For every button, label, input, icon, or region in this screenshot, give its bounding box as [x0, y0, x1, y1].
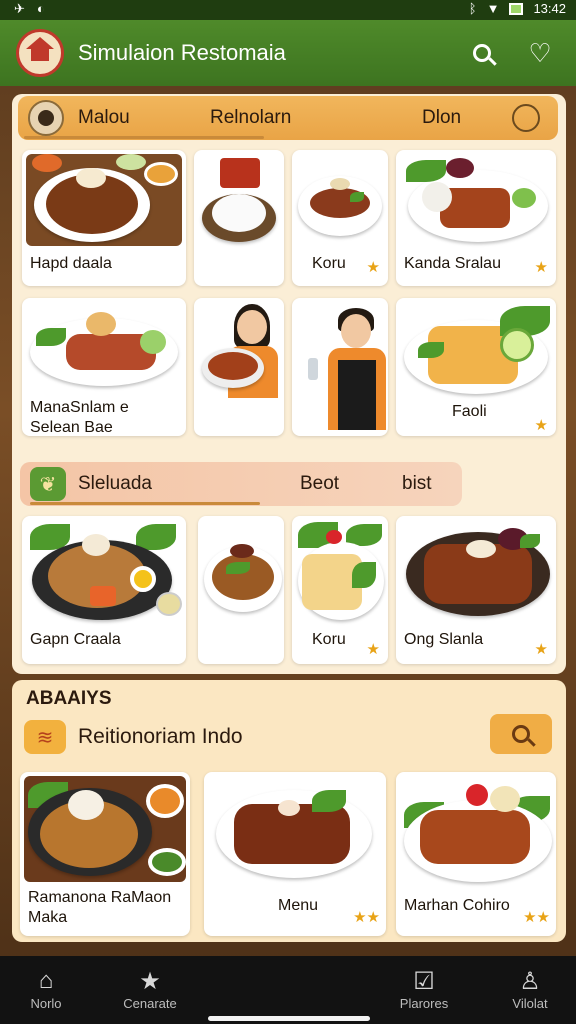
tab-dlon[interactable]: Dlon	[422, 107, 502, 129]
avatar[interactable]	[28, 100, 64, 136]
menu-card[interactable]	[198, 516, 284, 664]
wifi-icon: ▼	[486, 1, 500, 16]
check-icon: ☑	[413, 967, 435, 995]
menu-card[interactable]: Gapn Craala	[22, 516, 186, 664]
menu-panel: Malou Relnolarn Dlon Hapd daala Koru ★ K…	[12, 94, 566, 674]
server-card[interactable]	[194, 298, 284, 436]
herb-icon: ❦	[30, 467, 66, 501]
menu-lines-icon: ≋	[24, 720, 66, 754]
menu-card[interactable]: Marhan Cohiro ★★	[396, 772, 556, 936]
star-icon: ★	[139, 967, 161, 995]
person-icon: ♙	[519, 967, 541, 995]
nav-item-cenarate[interactable]: ★ Cenarate	[110, 966, 190, 1012]
bottom-nav: ⌂ Norlo ★ Cenarate ☑ Plarores ♙ Vilolat	[0, 956, 576, 1024]
card-label: Marhan Cohiro	[404, 897, 510, 914]
nav-item-plarores[interactable]: ☑ Plarores	[384, 966, 464, 1012]
card-label: Koru	[312, 255, 346, 272]
menu-card[interactable]	[194, 150, 284, 286]
menu-card[interactable]: Ramanona RaMaon Maka	[20, 772, 190, 936]
app-title: Simulaion Restomaia	[78, 40, 286, 65]
battery-icon	[509, 2, 524, 15]
sync-icon: ◐	[36, 1, 45, 16]
menu-card[interactable]: Kanda Sralau ★	[396, 150, 556, 286]
search-icon	[512, 725, 530, 743]
card-label: Koru	[312, 631, 346, 648]
card-label: Gapn Craala	[30, 631, 121, 648]
restaurant-title: Reitionoriam Indo	[78, 725, 243, 748]
restaurant-bar: ≋ Reitionoriam Indo	[20, 714, 556, 760]
menu-card[interactable]: ManaSnlam e Selean Bae	[22, 298, 186, 436]
restaurant-logo-icon[interactable]	[16, 29, 64, 77]
section-title: Sleluada	[78, 473, 152, 494]
menu-card[interactable]: Menu ★★	[204, 772, 386, 936]
card-label: Menu	[278, 897, 319, 914]
app-bar: Simulaion Restomaia ♡	[0, 20, 576, 86]
star-icon: ★	[366, 641, 380, 658]
home-icon: ⌂	[38, 967, 54, 994]
section-heading: ABAAIYS	[26, 688, 112, 709]
star-icon: ★	[534, 259, 548, 276]
card-label: ManaSnlam e Selean Bae	[30, 399, 129, 436]
section-header-sleluada: ❦ Sleluada Beot bist	[20, 462, 462, 506]
status-bar: ✈ ◐ ᛒ ▼ 13:42	[0, 0, 576, 20]
card-label: Kanda Sralau	[404, 255, 501, 272]
card-label: Faoli	[452, 403, 487, 420]
rating-stars: ★★	[353, 909, 380, 926]
bluetooth-icon: ᛒ	[468, 1, 477, 16]
star-icon: ★	[534, 417, 548, 434]
menu-card[interactable]: Koru ★	[292, 150, 388, 286]
nav-label: Plarores	[399, 996, 449, 1011]
card-label: Ramanona RaMaon Maka	[28, 889, 172, 926]
home-indicator[interactable]	[208, 1016, 370, 1021]
restaurant-panel: ABAAIYS ≋ Reitionoriam Indo Ramanona RaM…	[12, 680, 566, 942]
signal-icon: ✈	[14, 1, 25, 16]
circle-icon[interactable]	[512, 104, 540, 132]
tab-malou[interactable]: Malou	[78, 107, 198, 129]
menu-card[interactable]: Faoli ★	[396, 298, 556, 436]
nav-label: Cenarate	[123, 996, 177, 1011]
nav-item-vilolat[interactable]: ♙ Vilolat	[490, 966, 570, 1012]
tab-indicator	[30, 502, 260, 505]
tab-indicator	[24, 136, 264, 139]
card-label: Ong Slanla	[404, 631, 484, 648]
chef-card[interactable]	[292, 298, 388, 436]
tab-beot[interactable]: Beot	[300, 473, 390, 495]
star-icon: ★	[366, 259, 380, 276]
heart-icon[interactable]: ♡	[518, 31, 562, 75]
top-tab-bar: Malou Relnolarn Dlon	[18, 96, 558, 140]
menu-card[interactable]: Hapd daala	[22, 150, 186, 286]
nav-item-home[interactable]: ⌂ Norlo	[6, 966, 86, 1011]
nav-label: Vilolat	[512, 996, 548, 1011]
card-label: Hapd daala	[30, 255, 112, 272]
menu-card[interactable]: Ong Slanla ★	[396, 516, 556, 664]
tab-bist[interactable]: bist	[402, 473, 462, 495]
menu-card[interactable]: Koru ★	[292, 516, 388, 664]
search-button[interactable]	[490, 714, 552, 754]
star-icon: ★	[534, 641, 548, 658]
rating-stars: ★★	[523, 909, 550, 926]
tab-relnolarn[interactable]: Relnolarn	[210, 107, 410, 129]
search-icon[interactable]	[460, 31, 504, 75]
status-time: 13:42	[533, 1, 566, 16]
nav-label: Norlo	[30, 996, 62, 1011]
